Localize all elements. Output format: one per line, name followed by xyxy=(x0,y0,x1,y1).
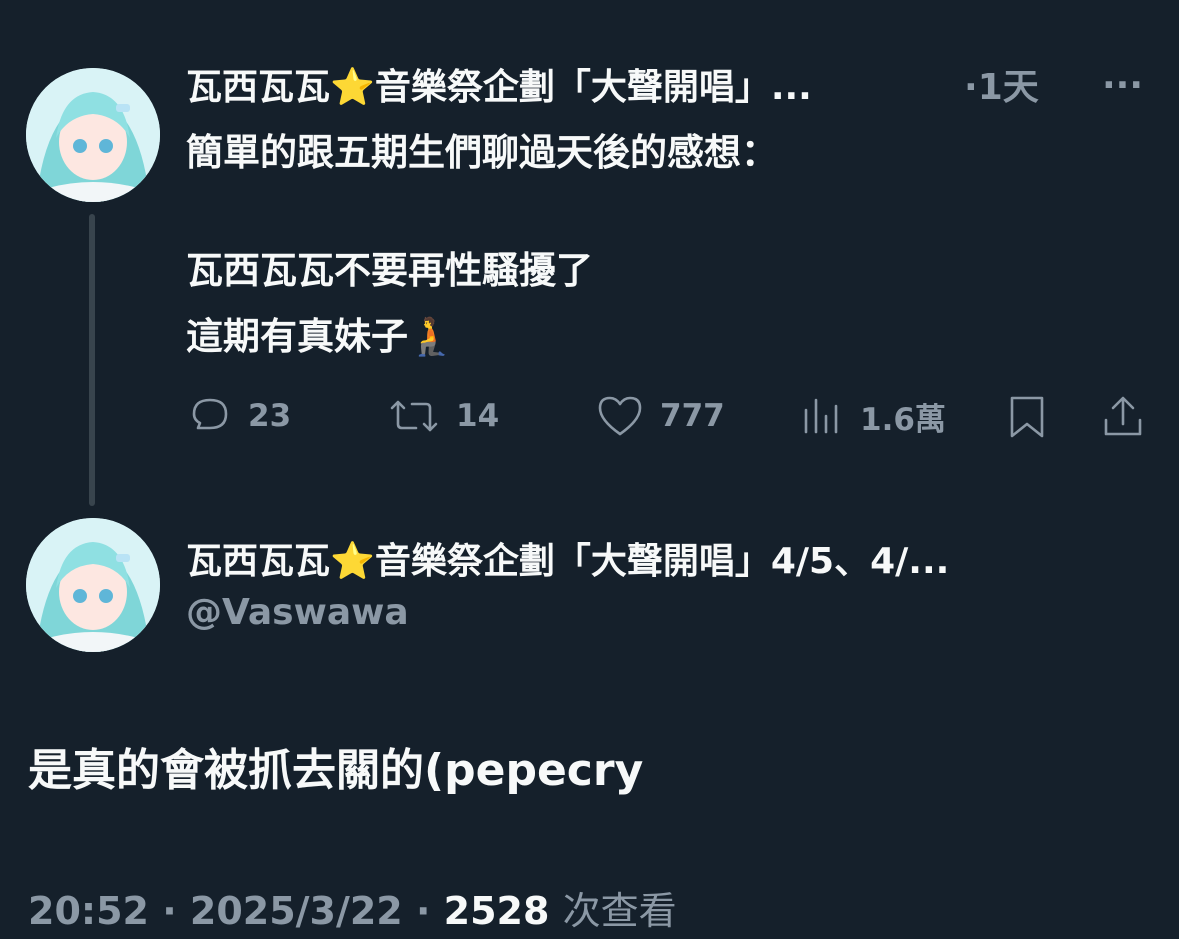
share-icon xyxy=(1104,396,1142,436)
meta-separator: · xyxy=(415,889,431,933)
avatar[interactable] xyxy=(26,518,160,652)
time-separator: · xyxy=(964,67,978,108)
display-name[interactable]: 瓦西瓦瓦⭐音樂祭企劃「大聲開唱」4/5、4/... xyxy=(186,540,949,584)
view-count: 1.6萬 xyxy=(860,401,946,438)
bookmark-icon xyxy=(1010,396,1044,438)
tweet-text-line: 簡單的跟五期生們聊過天後的感想： xyxy=(186,131,778,174)
view-count: 2528 xyxy=(443,889,550,933)
share-button[interactable] xyxy=(1098,392,1148,442)
retweet-icon xyxy=(390,400,438,432)
retweet-count: 14 xyxy=(456,398,500,434)
views-chart-icon xyxy=(804,398,838,434)
reply-count: 23 xyxy=(248,398,292,434)
display-name-text[interactable]: 瓦西瓦瓦⭐音樂祭企劃「大聲開唱」... xyxy=(186,67,812,108)
tweet-text-line: 這期有真妹子🧎 xyxy=(186,315,455,358)
tweet-meta: 20:52 · 2025/3/22 · 2528 次查看 xyxy=(28,880,677,935)
display-name[interactable]: 瓦西瓦瓦⭐音樂祭企劃「大聲開唱」... xyxy=(186,66,812,110)
more-options-icon[interactable]: ··· xyxy=(1102,64,1143,108)
thread-line xyxy=(89,214,95,506)
tweet-text-line: 瓦西瓦瓦不要再性騷擾了 xyxy=(186,249,593,292)
tweet-date[interactable]: 2025/3/22 xyxy=(190,889,403,933)
tweet-time[interactable]: ·1天 xyxy=(964,66,1039,110)
display-name-text[interactable]: 瓦西瓦瓦⭐音樂祭企劃「大聲開唱」4/5、4/... xyxy=(186,541,949,582)
tweet-text: 是真的會被抓去關的(pepecry xyxy=(28,745,644,796)
time-text[interactable]: 1天 xyxy=(978,67,1039,108)
tweet-text: 簡單的跟五期生們聊過天後的感想： 瓦西瓦瓦不要再性騷擾了 這期有真妹子🧎 xyxy=(186,131,1086,359)
reply-icon xyxy=(192,398,228,430)
views-button[interactable]: 1.6萬 xyxy=(800,392,946,440)
like-button[interactable]: 777 xyxy=(594,392,725,440)
avatar[interactable] xyxy=(26,68,160,202)
heart-icon xyxy=(598,396,642,436)
view-label: 次查看 xyxy=(562,889,677,933)
meta-separator: · xyxy=(162,889,177,933)
like-count: 777 xyxy=(660,398,725,434)
reply-button[interactable]: 23 xyxy=(186,392,291,440)
tweet-time[interactable]: 20:52 xyxy=(28,889,149,933)
tweet-text-line xyxy=(186,175,1086,249)
bookmark-button[interactable] xyxy=(1004,392,1050,442)
retweet-button[interactable]: 14 xyxy=(386,392,499,440)
user-handle[interactable]: @Vaswawa xyxy=(186,592,409,633)
